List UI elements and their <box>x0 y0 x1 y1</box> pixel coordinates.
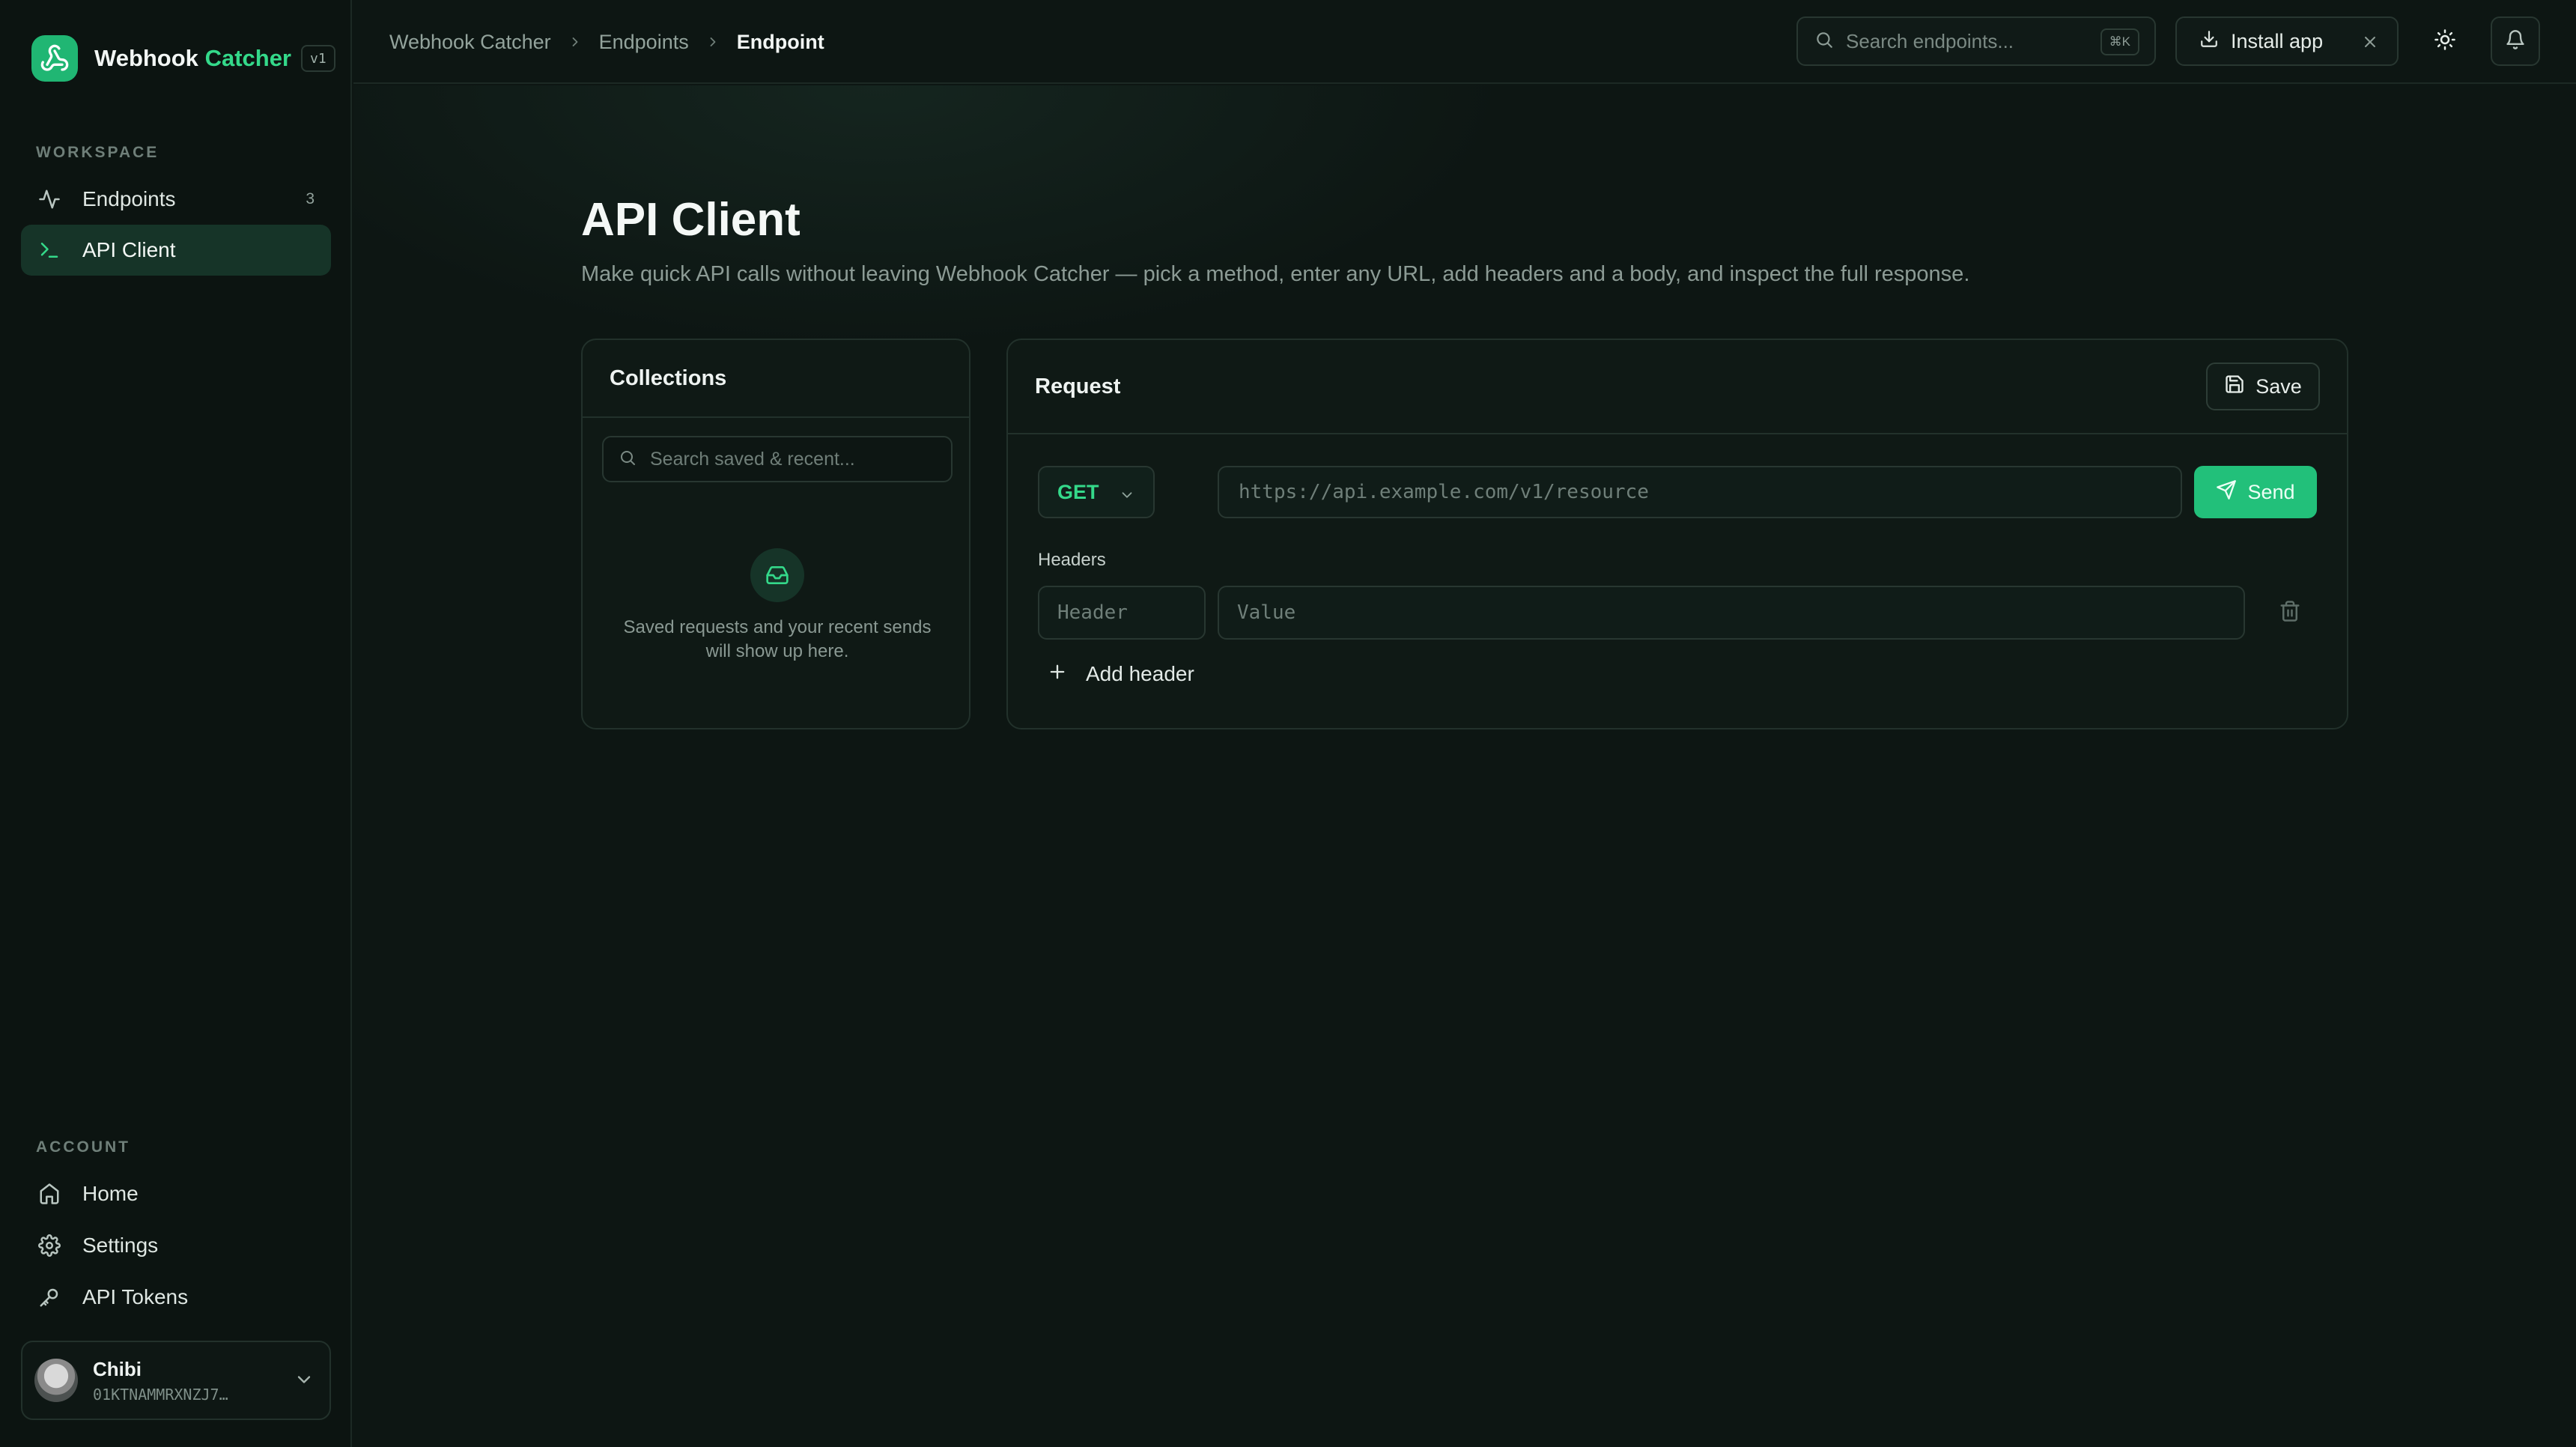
bell-icon <box>2505 29 2526 54</box>
send-icon <box>2216 479 2237 506</box>
save-icon <box>2224 374 2245 400</box>
sidebar-item-endpoints[interactable]: Endpoints 3 <box>21 174 331 225</box>
breadcrumb-endpoints[interactable]: Endpoints <box>599 31 689 54</box>
main-content <box>353 85 2576 1447</box>
search-icon <box>619 449 637 470</box>
avatar <box>34 1359 78 1402</box>
add-header-label: Add header <box>1086 662 1194 685</box>
sun-icon <box>2434 28 2456 55</box>
chevron-right-icon <box>705 34 720 49</box>
trash-icon <box>2279 600 2301 626</box>
breadcrumb-current: Endpoint <box>736 30 824 53</box>
send-button[interactable]: Send <box>2194 466 2317 518</box>
sidebar-item-label: Home <box>82 1182 139 1205</box>
method-value: GET <box>1057 480 1099 503</box>
sidebar-item-home[interactable]: Home <box>21 1168 331 1219</box>
search-icon <box>1814 30 1834 53</box>
terminal-icon <box>36 237 63 264</box>
sidebar-item-label: Settings <box>82 1234 159 1257</box>
method-select[interactable]: GET <box>1038 466 1155 518</box>
search-shortcut: ⌘K <box>2100 28 2139 55</box>
workspace-section-label: WORKSPACE <box>36 144 160 161</box>
send-label: Send <box>2247 480 2295 503</box>
header-value-placeholder: Value <box>1237 601 1296 624</box>
notifications-button[interactable] <box>2491 16 2540 66</box>
collections-panel: Collections Search saved & recent... Sav… <box>581 339 970 729</box>
save-button[interactable]: Save <box>2206 362 2320 410</box>
user-id: 01KTNAMMRXNZJ7… <box>93 1385 228 1404</box>
collections-title: Collections <box>583 340 969 418</box>
install-app-button[interactable]: Install app <box>2175 16 2399 66</box>
sidebar-item-api-client[interactable]: API Client <box>21 225 331 276</box>
search-input[interactable]: Search endpoints... ⌘K <box>1796 16 2156 66</box>
user-menu[interactable]: Chibi 01KTNAMMRXNZJ7… <box>21 1341 331 1420</box>
header-value-row: Value <box>1218 586 2510 640</box>
sidebar-item-settings[interactable]: Settings <box>21 1220 331 1271</box>
request-panel: Request Save GET https://api.example.com… <box>1006 339 2348 729</box>
page-title: API Client <box>581 194 801 246</box>
request-title: Request <box>1008 340 2347 434</box>
home-icon <box>36 1180 63 1207</box>
activity-icon <box>36 186 63 213</box>
url-input[interactable]: https://api.example.com/v1/resource <box>1218 466 2182 518</box>
sidebar: Webhook Catcher v1 WORKSPACE Endpoints 3… <box>0 0 352 1447</box>
version-badge: v1 <box>301 45 335 72</box>
search-placeholder: Search endpoints... <box>1846 29 2014 52</box>
page-subtitle: Make quick API calls without leaving Web… <box>581 262 1970 286</box>
add-header-button[interactable]: Add header <box>1047 655 1194 694</box>
theme-toggle-button[interactable] <box>2420 16 2470 66</box>
chevron-down-icon <box>294 1369 315 1394</box>
key-icon <box>36 1284 63 1311</box>
url-placeholder: https://api.example.com/v1/resource <box>1239 481 1649 503</box>
close-icon[interactable] <box>2361 33 2379 56</box>
collections-search-input[interactable]: Search saved & recent... <box>602 436 953 482</box>
sidebar-item-label: API Tokens <box>82 1285 189 1308</box>
breadcrumb: Webhook Catcher Endpoints Endpoint <box>389 0 824 84</box>
gear-icon <box>36 1232 63 1259</box>
sidebar-item-label: API Client <box>82 238 176 261</box>
headers-label: Headers <box>1038 550 1106 570</box>
save-label: Save <box>2255 374 2302 398</box>
brand-name: Webhook Catcher <box>94 45 291 71</box>
webhook-logo-icon <box>31 35 78 82</box>
sidebar-item-label: Endpoints <box>82 187 176 210</box>
collections-search-placeholder: Search saved & recent... <box>650 448 855 470</box>
user-name: Chibi <box>93 1357 142 1380</box>
inbox-icon <box>750 548 804 602</box>
collections-empty-state: Saved requests and your recent sends wil… <box>623 617 932 661</box>
delete-header-button[interactable] <box>2273 596 2306 629</box>
brand[interactable]: Webhook Catcher <box>31 34 291 82</box>
account-section-label: ACCOUNT <box>36 1138 130 1156</box>
breadcrumb-webhook-catcher[interactable]: Webhook Catcher <box>389 31 551 54</box>
sidebar-item-api-tokens[interactable]: API Tokens <box>21 1272 331 1323</box>
install-app-label: Install app <box>2231 29 2324 52</box>
endpoints-count: 3 <box>306 190 315 207</box>
download-icon <box>2199 29 2219 54</box>
plus-icon <box>1047 661 1068 688</box>
header-value-input[interactable]: Value <box>1218 586 2245 640</box>
header-key-input[interactable]: Header <box>1038 586 1206 640</box>
chevron-down-icon <box>1119 485 1135 509</box>
header-key-placeholder: Header <box>1057 601 1128 624</box>
chevron-right-icon <box>568 34 583 49</box>
topbar: Webhook Catcher Endpoints Endpoint Searc… <box>353 0 2576 84</box>
